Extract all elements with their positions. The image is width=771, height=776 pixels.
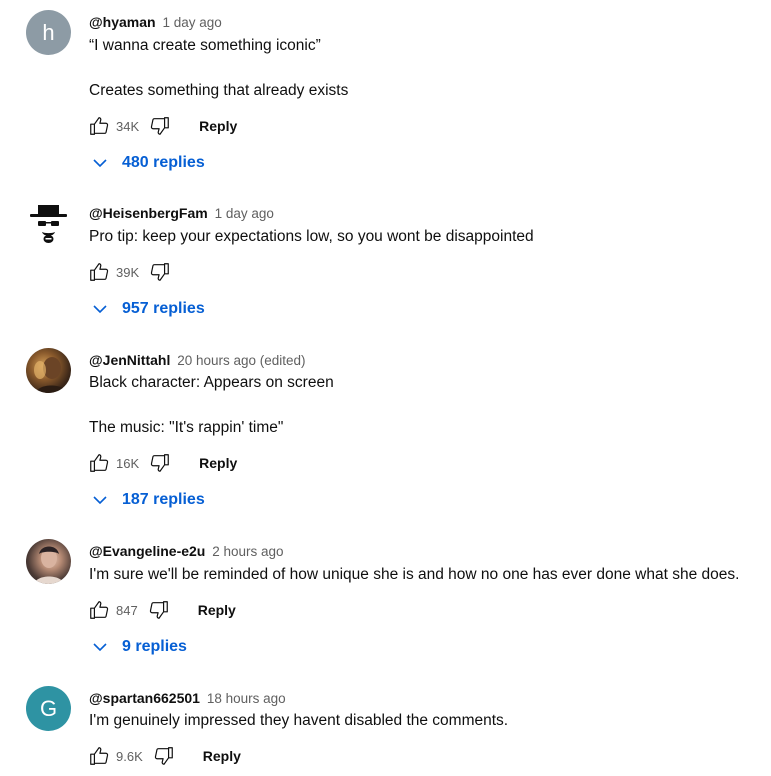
view-replies-button[interactable]: 480 replies (92, 154, 205, 172)
comment-time[interactable]: 2 hours ago (212, 544, 283, 559)
chevron-down-icon (93, 496, 107, 505)
comment-text-line: The music: "It's rappin' time" (89, 419, 284, 436)
replies-count-label: 9 replies (122, 638, 187, 655)
comment-header: @spartan662501 18 hours ago (89, 690, 286, 706)
view-replies-button[interactable]: 9 replies (92, 638, 187, 656)
avatar[interactable] (26, 539, 71, 584)
comment-text-line: Black character: Appears on screen (89, 374, 334, 391)
comment-time[interactable]: 1 day ago (162, 15, 221, 30)
like-icon[interactable] (88, 261, 110, 283)
reply-button[interactable]: Reply (203, 748, 241, 764)
comment-header: @HeisenbergFam 1 day ago (89, 205, 274, 221)
like-count: 16K (116, 455, 140, 471)
reply-button[interactable]: Reply (199, 455, 237, 471)
like-icon[interactable] (88, 452, 110, 474)
like-count: 39K (116, 264, 140, 280)
comment-text-line: Pro tip: keep your expectations low, so … (89, 228, 534, 245)
replies-count-label: 957 replies (122, 300, 205, 317)
chevron-down-icon (93, 643, 107, 652)
like-count: 9.6K (116, 748, 143, 764)
like-count: 847 (116, 602, 138, 618)
comment-text-line: I'm sure we'll be reminded of how unique… (89, 566, 740, 583)
comment-time[interactable]: 18 hours ago (207, 691, 286, 706)
dislike-icon[interactable] (149, 115, 171, 137)
comment-actions: 9.6K Reply (88, 744, 241, 768)
like-icon[interactable] (88, 115, 110, 137)
avatar-letter: G (39, 695, 58, 721)
comment-author[interactable]: @JenNittahl (89, 352, 170, 368)
comment-header: @hyaman 1 day ago (89, 14, 222, 30)
avatar-letter: h (42, 19, 55, 45)
comment-header: @JenNittahl 20 hours ago (edited) (89, 352, 306, 368)
like-icon[interactable] (88, 599, 110, 621)
replies-count-label: 480 replies (122, 154, 205, 171)
dislike-icon[interactable] (148, 599, 170, 621)
avatar[interactable] (26, 348, 71, 393)
comment-actions: 34K Reply (88, 114, 237, 138)
like-icon[interactable] (88, 745, 110, 767)
avatar[interactable] (26, 201, 71, 246)
comment-actions: 847 Reply (88, 598, 236, 622)
view-replies-button[interactable]: 957 replies (92, 300, 205, 318)
reply-button[interactable]: Reply (199, 118, 237, 134)
comment-text-line: I'm genuinely impressed they havent disa… (89, 712, 509, 729)
comment-text-line: “I wanna create something iconic” (89, 37, 321, 54)
view-replies-button[interactable]: 187 replies (92, 491, 205, 509)
chevron-down-icon (93, 305, 107, 314)
dislike-icon[interactable] (153, 745, 175, 767)
user-photo (34, 357, 68, 393)
dislike-icon[interactable] (149, 261, 171, 283)
dislike-icon[interactable] (149, 452, 171, 474)
avatar[interactable]: G (26, 686, 71, 731)
comment-actions: 39K (88, 260, 171, 284)
comment-time[interactable]: 1 day ago (215, 206, 274, 221)
avatar[interactable]: h (26, 10, 71, 55)
user-photo (34, 546, 64, 584)
comment-author[interactable]: @Evangeline-e2u (89, 543, 205, 559)
comment-text-line: Creates something that already exists (89, 82, 349, 99)
comment-author[interactable]: @HeisenbergFam (89, 205, 208, 221)
comment-time[interactable]: 20 hours ago (edited) (177, 353, 305, 368)
comment-header: @Evangeline-e2u 2 hours ago (89, 543, 284, 559)
heisenberg-icon (30, 205, 67, 243)
comment-author[interactable]: @spartan662501 (89, 690, 200, 706)
reply-button[interactable]: Reply (198, 602, 236, 618)
comment-actions: 16K Reply (88, 451, 237, 475)
chevron-down-icon (93, 159, 107, 168)
comment-author[interactable]: @hyaman (89, 14, 156, 30)
replies-count-label: 187 replies (122, 491, 205, 508)
like-count: 34K (116, 118, 140, 134)
